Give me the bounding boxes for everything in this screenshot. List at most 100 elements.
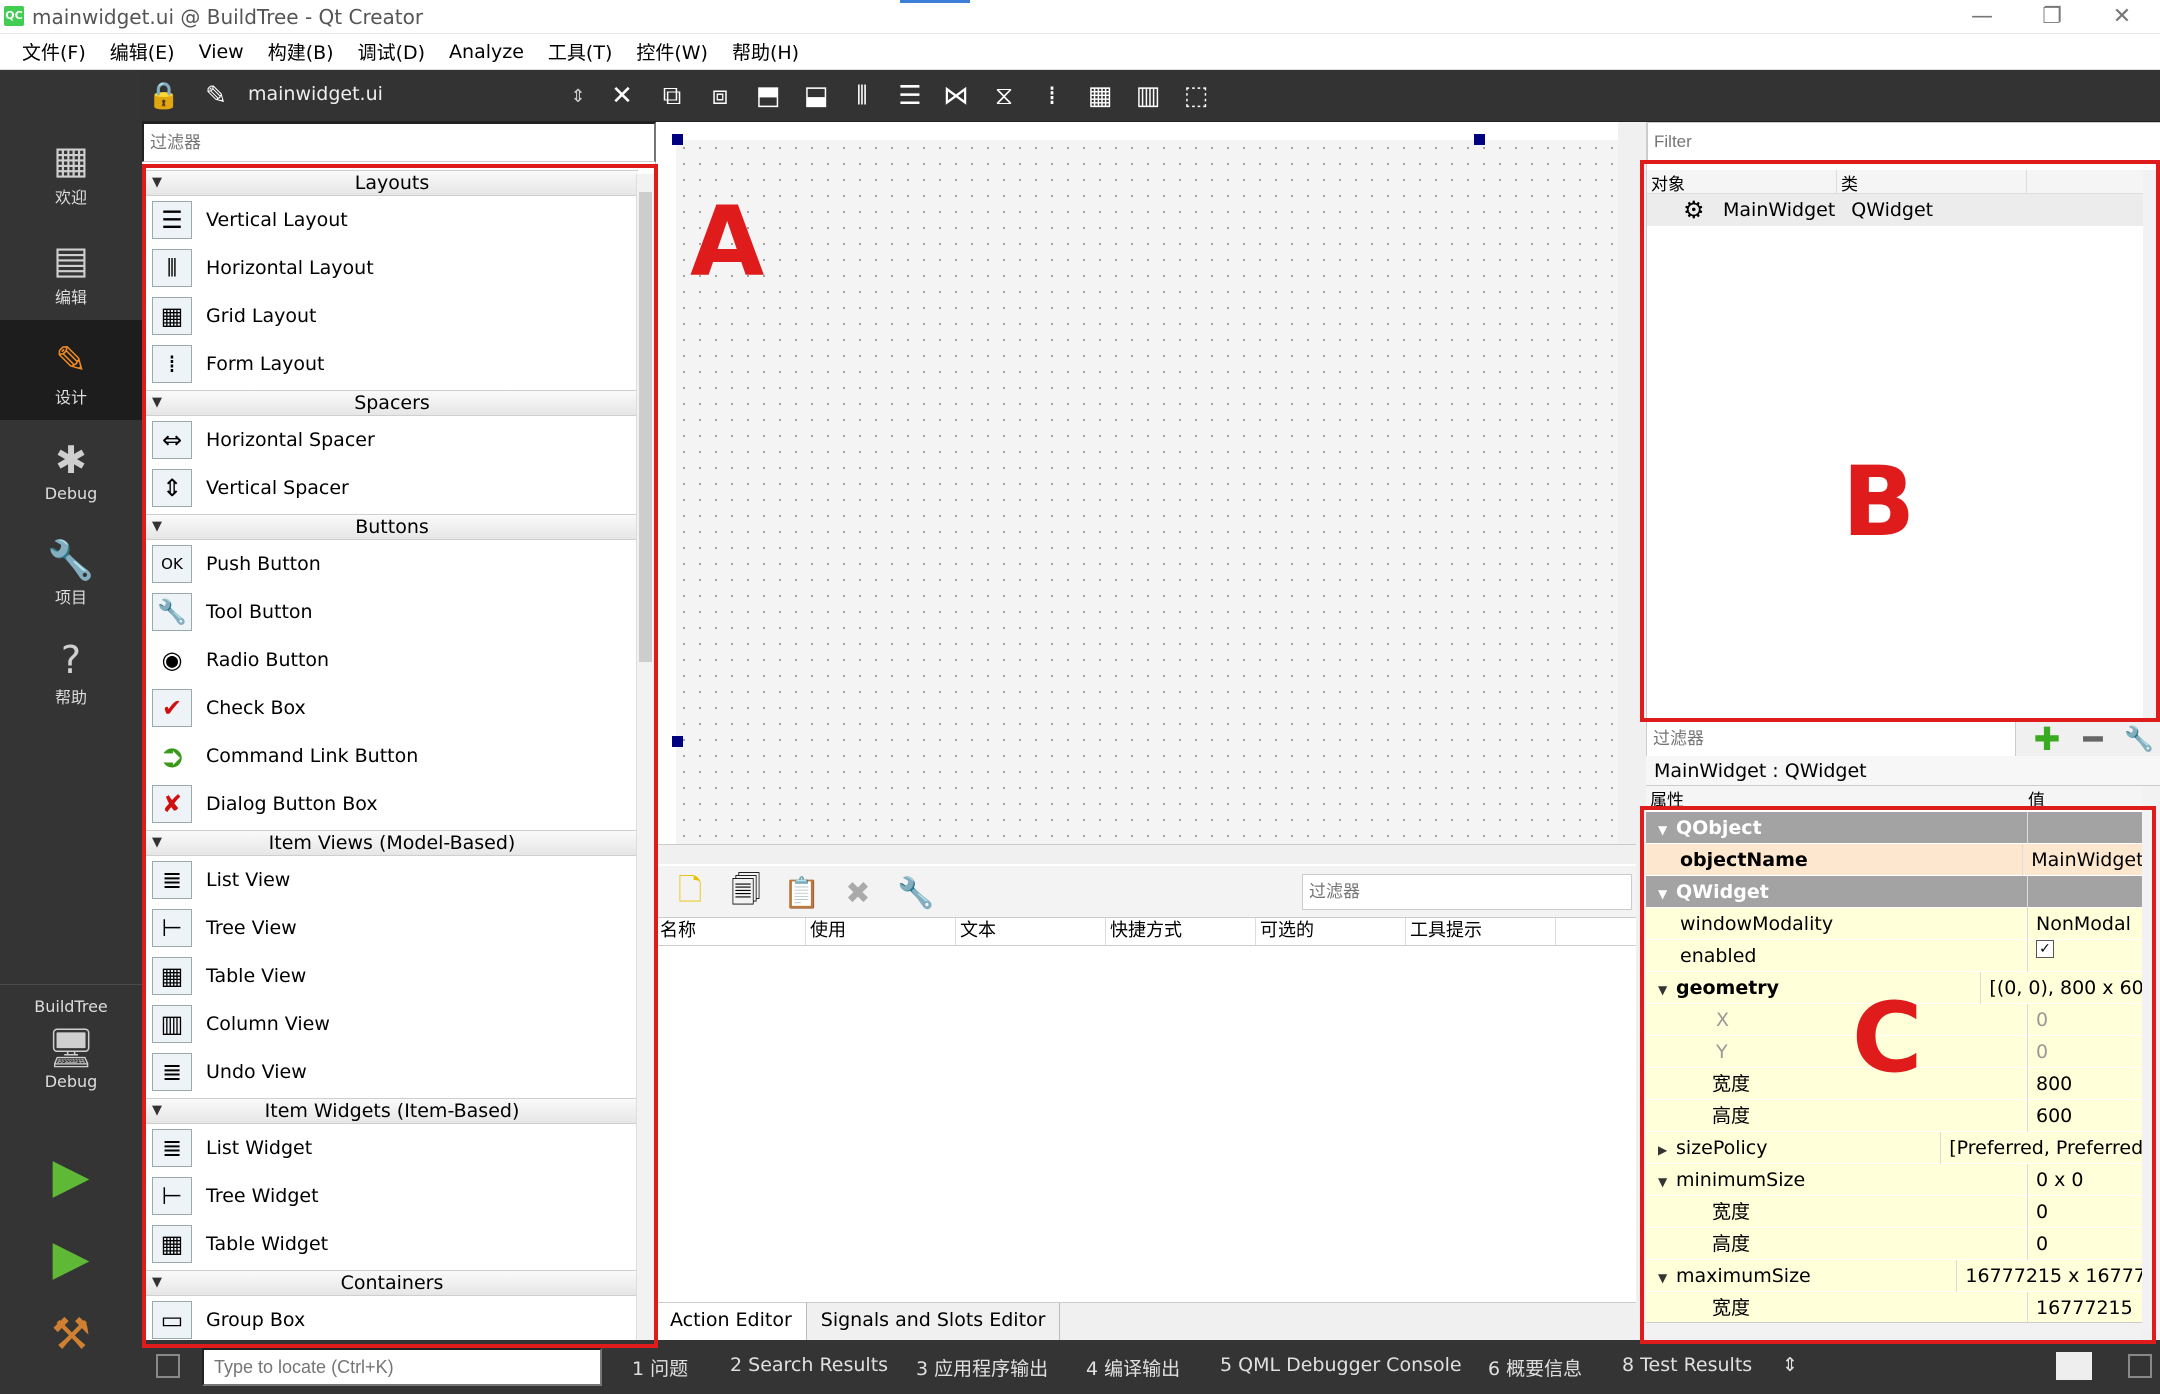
add-dynamic-property-icon[interactable]: ✚	[2024, 720, 2070, 758]
lock-icon: 🔒	[147, 81, 181, 111]
kit-config-label: Debug	[44, 1072, 98, 1091]
build-button[interactable]: ⚒	[0, 1309, 142, 1360]
output-pane-issues[interactable]: 1 问题	[632, 1354, 688, 1381]
edit-signals-slots-icon[interactable]: ⧈	[702, 78, 738, 114]
restore-button[interactable]: ❐	[2022, 2, 2082, 32]
column-header[interactable]: 使用	[806, 918, 956, 945]
debug-play-icon: ▶	[52, 1230, 90, 1286]
column-header[interactable]: 工具提示	[1406, 918, 1556, 945]
property-current-class: MainWidget : QWidget	[1646, 756, 2160, 786]
output-pane-test-results[interactable]: 8 Test Results	[1622, 1354, 1752, 1376]
configure-icon[interactable]: 🔧	[896, 874, 936, 912]
layout-horizontal-icon[interactable]: ⦀	[844, 78, 880, 114]
close-document-icon[interactable]: ✕	[604, 78, 640, 114]
widget-box-filter[interactable]	[142, 122, 656, 162]
mode-debug-label: Debug	[44, 484, 98, 503]
mode-projects[interactable]: 🔧 项目	[0, 536, 142, 608]
close-button[interactable]: ✕	[2092, 2, 2152, 32]
break-layout-icon[interactable]: ▥	[1130, 78, 1166, 114]
layout-v-splitter-icon[interactable]: ⧖	[986, 78, 1022, 114]
wrench-icon: 🔧	[47, 537, 95, 582]
property-editor-toolbar: ✚ ━ 🔧	[1646, 720, 2160, 758]
column-header[interactable]: 快捷方式	[1106, 918, 1256, 945]
edit-file-icon: ✎	[205, 81, 227, 111]
tab-signals-slots-editor[interactable]: Signals and Slots Editor	[807, 1303, 1061, 1340]
minimize-button[interactable]: —	[1952, 2, 2012, 32]
adjust-size-icon[interactable]: ⬚	[1178, 78, 1214, 114]
layout-h-splitter-icon[interactable]: ⋈	[938, 78, 974, 114]
delete-action-icon[interactable]: ✖	[838, 874, 878, 912]
mode-welcome[interactable]: ▦ 欢迎	[0, 136, 142, 208]
toggle-right-sidebar-icon[interactable]	[2128, 1354, 2152, 1378]
output-pane-application-output[interactable]: 3 应用程序输出	[916, 1354, 1048, 1381]
edit-buddies-icon[interactable]: ⬒	[750, 78, 786, 114]
menu-analyze[interactable]: Analyze	[437, 41, 536, 63]
selection-handle[interactable]	[672, 736, 683, 747]
bug-icon: ✱	[55, 438, 87, 482]
action-filter-input[interactable]	[1302, 874, 1632, 910]
title-bar: QC mainwidget.ui @ BuildTree - Qt Creato…	[0, 0, 2160, 34]
selection-handle[interactable]	[672, 134, 683, 145]
run-button[interactable]: ▶	[0, 1148, 142, 1204]
edit-tab-order-icon[interactable]: ⬓	[798, 78, 834, 114]
menu-build[interactable]: 构建(B)	[256, 38, 346, 65]
tab-action-editor[interactable]: Action Editor	[656, 1303, 807, 1340]
canvas-vertical-scrollbar[interactable]	[1618, 122, 1636, 844]
menu-tools[interactable]: 工具(T)	[536, 38, 624, 65]
mode-edit-label: 编辑	[54, 288, 87, 307]
action-editor-toolbar: 🗋 🗐 📋 ✖ 🔧	[656, 866, 1636, 918]
toggle-sidebar-icon[interactable]	[156, 1354, 180, 1378]
selection-handle[interactable]	[1474, 134, 1485, 145]
monitor-icon: 🖥	[46, 1025, 96, 1070]
play-icon: ▶	[52, 1148, 90, 1204]
file-switch-arrows-icon[interactable]: ⇕	[560, 78, 596, 114]
document-icon: ▤	[53, 238, 89, 282]
debug-run-button[interactable]: ▶	[0, 1230, 142, 1286]
mode-help-label: 帮助	[54, 688, 87, 707]
menu-file[interactable]: 文件(F)	[10, 38, 98, 65]
mode-help[interactable]: ? 帮助	[0, 636, 142, 708]
output-pane-general-messages[interactable]: 6 概要信息	[1488, 1354, 1582, 1381]
kit-selector[interactable]: BuildTree 🖥 Debug	[0, 984, 142, 1091]
menu-edit[interactable]: 编辑(E)	[98, 38, 187, 65]
new-action-icon[interactable]: 🗋	[670, 873, 710, 912]
menu-help[interactable]: 帮助(H)	[720, 38, 811, 65]
mode-edit[interactable]: ▤ 编辑	[0, 236, 142, 308]
edit-widgets-icon[interactable]: ⧉	[654, 78, 690, 114]
menu-widgets[interactable]: 控件(W)	[624, 38, 720, 65]
kit-project-label: BuildTree	[34, 997, 108, 1016]
column-header[interactable]: 可选的	[1256, 918, 1406, 945]
more-panes-arrows-icon[interactable]: ⇕	[1782, 1354, 1798, 1376]
output-pane-compile-output[interactable]: 4 编译输出	[1086, 1354, 1180, 1381]
progress-details-icon[interactable]	[2056, 1352, 2092, 1380]
column-header[interactable]: 名称	[656, 918, 806, 945]
mode-design-label: 设计	[54, 388, 87, 407]
paste-action-icon[interactable]: 📋	[782, 874, 822, 912]
output-pane-qml-debugger-console[interactable]: 5 QML Debugger Console	[1220, 1354, 1462, 1376]
open-file-name[interactable]: mainwidget.ui	[248, 83, 383, 105]
object-filter-input[interactable]	[1647, 122, 2160, 162]
grid-icon: ▦	[53, 138, 89, 182]
annotation-box-b	[1640, 160, 2160, 722]
canvas-horizontal-scrollbar[interactable]	[656, 844, 1636, 864]
menu-view[interactable]: View	[187, 41, 256, 63]
layout-form-icon[interactable]: ⁞	[1034, 78, 1070, 114]
annotation-box-a	[142, 164, 658, 1348]
column-header[interactable]: 文本	[956, 918, 1106, 945]
mode-debug[interactable]: ✱ Debug	[0, 436, 142, 503]
output-pane-search-results[interactable]: 2 Search Results	[730, 1354, 888, 1376]
form-canvas[interactable]	[676, 140, 1621, 862]
editor-tabs: Action Editor Signals and Slots Editor	[656, 1302, 1636, 1340]
editor-toolbar: 🔒 ✎ mainwidget.ui ⇕ ✕ ⧉ ⧈ ⬒ ⬓ ⦀ ☰ ⋈ ⧖ ⁞ …	[142, 70, 2160, 122]
configure-icon[interactable]: 🔧	[2116, 721, 2160, 757]
layout-grid-icon[interactable]: ▦	[1082, 78, 1118, 114]
menu-debug[interactable]: 调试(D)	[346, 38, 437, 65]
title-accent	[900, 0, 970, 3]
remove-dynamic-property-icon[interactable]: ━	[2070, 720, 2116, 758]
layout-vertical-icon[interactable]: ☰	[892, 78, 928, 114]
mode-design[interactable]: ✎ 设计	[0, 320, 142, 420]
locator-input[interactable]	[202, 1348, 602, 1386]
property-filter-input[interactable]	[1646, 721, 2016, 757]
window-title: mainwidget.ui @ BuildTree - Qt Creator	[32, 5, 424, 29]
copy-action-icon[interactable]: 🗐	[726, 873, 766, 912]
